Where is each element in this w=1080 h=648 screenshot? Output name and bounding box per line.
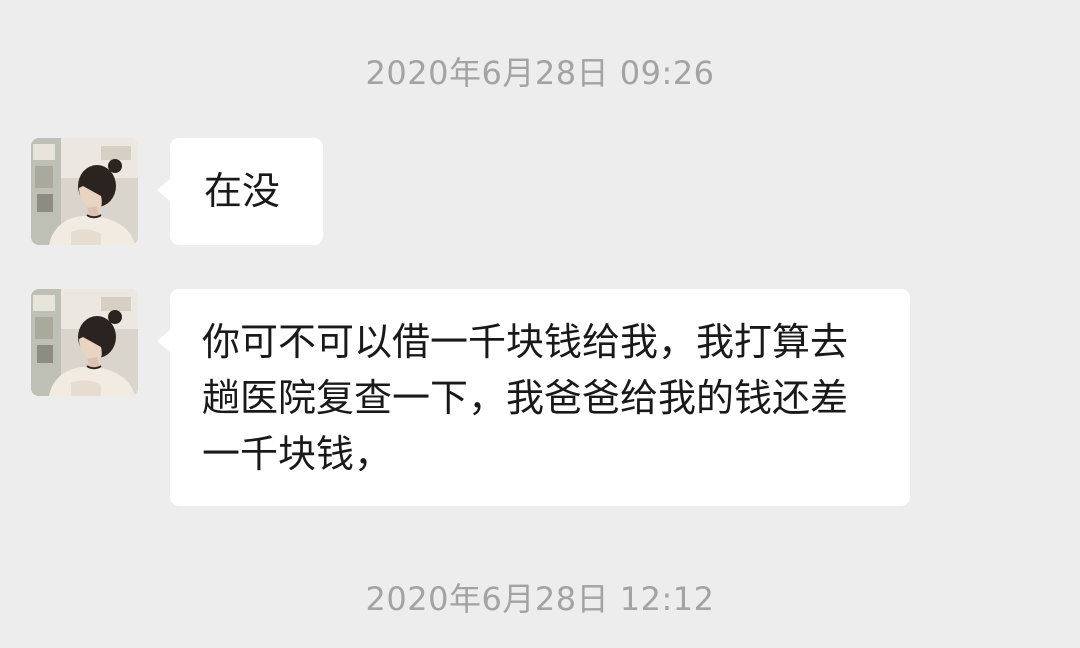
message-bubble[interactable]: 在没 <box>157 138 323 245</box>
girl-photo-avatar-icon <box>31 289 138 396</box>
contact-avatar[interactable] <box>31 138 138 245</box>
chat-timestamp: 2020年6月28日 12:12 <box>365 580 715 618</box>
chat-history: 2020年6月28日 09:26 在没 你可不可以借一千块钱给我，我打算去趟医院… <box>0 0 1080 648</box>
chat-timestamp: 2020年6月28日 09:26 <box>365 54 715 92</box>
girl-photo-avatar-icon <box>31 138 138 245</box>
contact-avatar[interactable] <box>31 289 138 396</box>
message-bubble[interactable]: 你可不可以借一千块钱给我，我打算去趟医院复查一下，我爸爸给我的钱还差一千块钱， <box>157 289 910 506</box>
